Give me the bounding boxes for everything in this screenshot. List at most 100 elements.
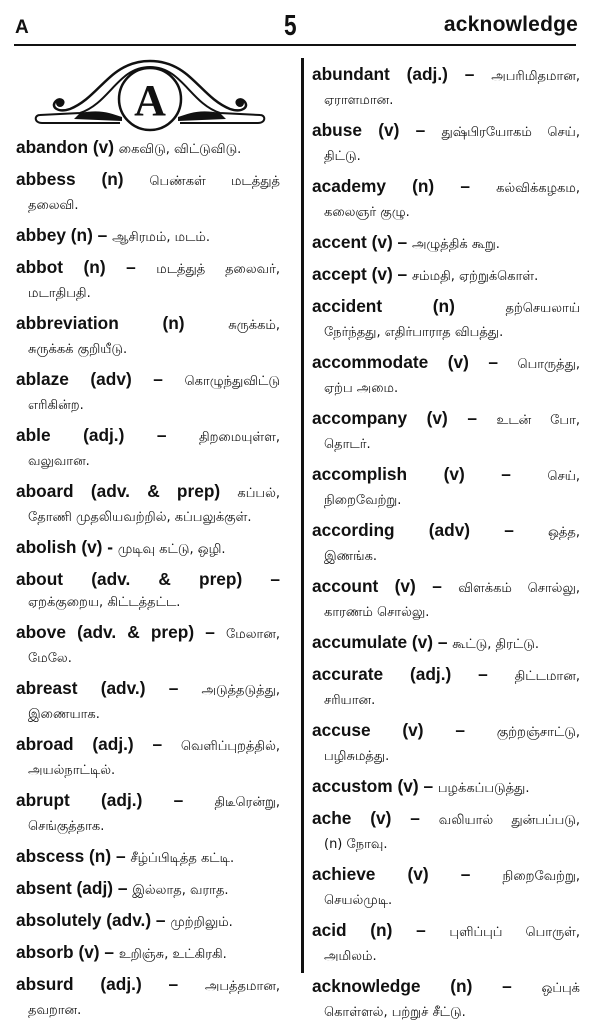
entry-first-line: accustom (v) – பழக்கப்படுத்து.: [312, 774, 580, 801]
entry-first-line: acid (n) – புளிப்புப் பொருள்,: [312, 918, 580, 945]
headword: accomplish: [312, 464, 408, 484]
headword: abuse: [312, 120, 362, 140]
tamil-meaning: ஆசிரமம், மடம்.: [112, 230, 211, 245]
tamil-meaning: மடத்துத் தலைவர்,: [156, 262, 281, 277]
tamil-meaning: சீழ்ப்பிடித்த கட்டி.: [130, 851, 235, 866]
part-of-speech: (v): [447, 352, 469, 372]
dictionary-entry: abroad (adj.) – வெளிப்புறத்தில், அயல்நாட்…: [16, 732, 280, 783]
headword: accompany: [312, 408, 408, 428]
tamil-meaning: ஒப்புக்: [541, 981, 580, 996]
dictionary-entry: abrupt (adj.) – திடீரென்று, செங்குத்தாக.: [16, 788, 280, 839]
dictionary-entry: abbess (n) பெண்கள் மடத்துத் தலைவி.: [16, 167, 280, 218]
part-of-speech: (n): [162, 313, 185, 333]
tamil-meaning: வலியால் துன்பப்படு,: [438, 813, 581, 828]
tamil-meaning-continued: எரிகின்ற.: [28, 398, 84, 413]
right-column: abundant (adj.) – அபரிமிதமான, ஏராளமான. abu…: [312, 62, 580, 1030]
part-of-speech: (n): [101, 169, 124, 189]
dictionary-entry: abbot (n) – மடத்துத் தலைவர், மடாதிபதி.: [16, 255, 280, 306]
entry-first-line: ache (v) – வலியால் துன்பப்படு,: [312, 806, 580, 833]
tamil-meaning-continued: ஏராளமான.: [324, 93, 394, 108]
entry-first-line: above (adv. & prep) – மேலான,: [16, 620, 280, 647]
entry-separator: –: [502, 976, 512, 996]
entry-separator: –: [104, 942, 114, 962]
tamil-meaning: கப்பல்,: [237, 486, 280, 501]
headword: about: [16, 569, 64, 589]
tamil-meaning: ஒத்த,: [548, 525, 580, 540]
tamil-meaning-continued: இணையாக.: [28, 707, 100, 722]
dictionary-entry: accurate (adj.) – திட்டமான, சரியான.: [312, 662, 580, 713]
part-of-speech: (v): [92, 137, 114, 157]
tamil-meaning-continued: திட்டு.: [324, 149, 361, 164]
headword: absurd: [16, 974, 74, 994]
headword: abandon: [16, 137, 89, 157]
tamil-meaning: பழக்கப்படுத்து.: [437, 781, 530, 796]
part-of-speech: (v): [411, 632, 434, 652]
entry-separator: –: [153, 369, 163, 389]
entry-first-line: abbot (n) – மடத்துத் தலைவர்,: [16, 255, 280, 282]
tamil-meaning-continued: வலுவான.: [28, 454, 90, 469]
headword: abundant: [312, 64, 390, 84]
entry-separator: –: [455, 720, 465, 740]
entry-separator: –: [423, 776, 434, 796]
column-divider: [301, 58, 304, 973]
headword: abbreviation: [16, 313, 119, 333]
entry-separator: –: [155, 910, 166, 930]
part-of-speech: (v): [407, 864, 429, 884]
part-of-speech: (v): [397, 776, 419, 796]
part-of-speech: (adv.): [106, 910, 152, 930]
part-of-speech: (v): [81, 537, 103, 557]
headword: above: [16, 622, 66, 642]
entry-separator: -: [107, 537, 114, 557]
entry-first-line: about (adv. & prep) –: [16, 567, 280, 591]
tamil-meaning: கைவிடு, விட்டுவிடு.: [118, 142, 242, 157]
entry-separator: –: [437, 632, 448, 652]
tamil-meaning-continued: ஏறக்குறைய, கிட்டத்தட்ட.: [28, 595, 181, 610]
part-of-speech: (n): [450, 976, 473, 996]
tamil-meaning-continued: (n) நோவு.: [324, 837, 388, 852]
headword: abroad: [16, 734, 74, 754]
headword: academy: [312, 176, 386, 196]
part-of-speech: (v): [370, 808, 392, 828]
tamil-meaning: நிறைவேற்று,: [502, 869, 580, 884]
dictionary-entry: accuse (v) – குற்றஞ்சாட்டு, பழிசுமத்து.: [312, 718, 580, 769]
part-of-speech: (v): [378, 120, 400, 140]
dictionary-entry: able (adj.) – திறமையுள்ள, வலுவான.: [16, 423, 280, 474]
tamil-meaning: அபத்தமான,: [204, 979, 280, 994]
page-header: A 5 acknowledge: [0, 0, 600, 48]
tamil-meaning-continued: செயல்முடி.: [324, 893, 393, 908]
tamil-meaning: கல்விக்கழகம,: [496, 181, 580, 196]
headword: accustom: [312, 776, 393, 796]
entry-first-line: ablaze (adv) – கொழுந்துவிட்டு: [16, 367, 280, 394]
header-rule: [14, 44, 576, 46]
dictionary-entry: accommodate (v) – பொருத்து, ஏற்ப அமை.: [312, 350, 580, 401]
entry-first-line: accommodate (v) – பொருத்து,: [312, 350, 580, 377]
tamil-meaning: செய்,: [547, 469, 580, 484]
tamil-meaning: மேலான,: [226, 627, 281, 642]
dictionary-entry: above (adv. & prep) – மேலான, மேலே.: [16, 620, 280, 671]
headword: accident: [312, 296, 383, 316]
part-of-speech: (adj.): [83, 425, 125, 445]
entry-first-line: abscess (n) – சீழ்ப்பிடித்த கட்டி.: [16, 844, 280, 871]
dictionary-entry: abscess (n) – சீழ்ப்பிடித்த கட்டி.: [16, 844, 280, 871]
headword: abbot: [16, 257, 64, 277]
tamil-meaning-continued: இணங்க.: [324, 549, 378, 564]
headword: abrupt: [16, 790, 70, 810]
headword: accuse: [312, 720, 371, 740]
entry-first-line: abrupt (adj.) – திடீரென்று,: [16, 788, 280, 815]
tamil-meaning-continued: பழிசுமத்து.: [324, 749, 390, 764]
tamil-meaning: பொருத்து,: [517, 357, 580, 372]
tamil-meaning-continued: செங்குத்தாக.: [28, 819, 105, 834]
part-of-speech: (v): [426, 408, 448, 428]
entry-separator: –: [156, 425, 167, 445]
entry-separator: –: [117, 878, 128, 898]
entry-first-line: aboard (adv. & prep) கப்பல்,: [16, 479, 280, 506]
tamil-meaning: குற்றஞ்சாட்டு,: [496, 725, 580, 740]
tamil-meaning: அபரிமிதமான,: [491, 69, 580, 84]
entry-first-line: absent (adj) – இல்லாத, வராத.: [16, 876, 280, 903]
page-number: 5: [284, 10, 297, 42]
tamil-meaning: உறிஞ்சு, உட்கிரகி.: [118, 947, 227, 962]
entry-first-line: abreast (adv.) – அடுத்தடுத்து,: [16, 676, 280, 703]
part-of-speech: (v): [371, 264, 393, 284]
tamil-meaning: சுருக்கம்,: [228, 318, 280, 333]
tamil-meaning: உடன் போ,: [496, 413, 580, 428]
